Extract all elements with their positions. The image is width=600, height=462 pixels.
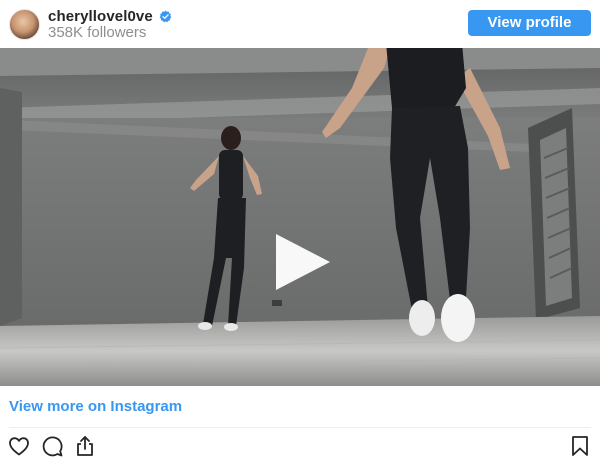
share-icon[interactable] xyxy=(73,434,97,458)
avatar[interactable] xyxy=(9,9,40,40)
verified-badge-icon xyxy=(159,10,172,23)
video-player[interactable] xyxy=(0,48,600,386)
heart-icon[interactable] xyxy=(7,434,31,458)
comment-icon[interactable] xyxy=(40,434,64,458)
username[interactable]: cheryllovel0ve xyxy=(48,8,153,25)
bookmark-icon[interactable] xyxy=(568,434,592,458)
play-icon[interactable] xyxy=(272,232,332,292)
view-profile-button[interactable]: View profile xyxy=(468,10,591,36)
video-frame xyxy=(0,48,600,386)
instagram-embed: cheryllovel0ve 358K followers View profi… xyxy=(0,0,600,462)
view-more-on-instagram-link[interactable]: View more on Instagram xyxy=(9,398,182,415)
divider xyxy=(9,427,591,428)
follower-count: 358K followers xyxy=(48,24,147,41)
post-header: cheryllovel0ve 358K followers View profi… xyxy=(0,0,600,48)
username-row: cheryllovel0ve xyxy=(48,8,172,25)
